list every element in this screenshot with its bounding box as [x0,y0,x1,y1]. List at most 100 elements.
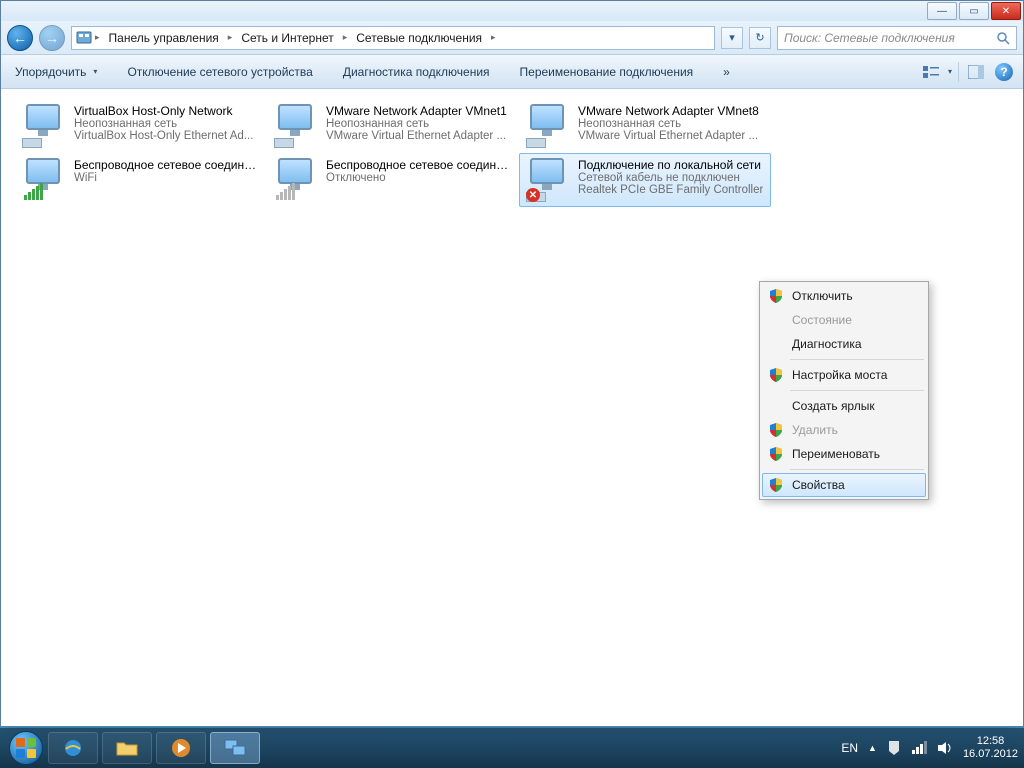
context-menu-label: Настройка моста [792,368,887,382]
chevron-right-icon: ▸ [490,32,497,43]
search-icon [996,31,1010,45]
minimize-button[interactable]: — [927,2,957,20]
menu-separator [790,359,924,360]
diagnose-button[interactable]: Диагностика подключения [337,62,496,82]
network-tray-icon[interactable] [911,741,927,755]
action-center-icon[interactable] [887,740,901,756]
context-menu-item[interactable]: Настройка моста [762,363,926,387]
context-menu-item[interactable]: Отключить [762,284,926,308]
taskbar-item-explorer[interactable] [102,732,152,764]
adapter-item[interactable]: VMware Network Adapter VMnet8Неопознанна… [519,99,771,153]
adapter-device: VMware Virtual Ethernet Adapter ... [578,130,759,142]
context-menu-label: Отключить [792,289,853,303]
context-menu-item: Состояние [762,308,926,332]
adapter-item[interactable]: VMware Network Adapter VMnet1Неопознанна… [267,99,519,153]
adapter-status: Неопознанная сеть [326,118,507,130]
adapter-status: Неопознанная сеть [578,118,759,130]
clock-time: 12:58 [963,735,1018,748]
adapter-device: Realtek PCIe GBE Family Controller [578,184,763,196]
refresh-button[interactable]: ↻ [749,27,771,49]
clock-date: 16.07.2012 [963,748,1018,761]
breadcrumb-item[interactable]: Панель управления [103,29,225,47]
forward-button[interactable]: → [39,25,65,51]
title-bar: — ▭ ✕ [1,1,1023,21]
uac-shield-icon [769,478,783,492]
context-menu-label: Создать ярлык [792,399,875,413]
adapter-icon [22,104,66,148]
adapter-icon [526,104,570,148]
adapter-device: VMware Virtual Ethernet Adapter ... [326,130,507,142]
organize-button[interactable]: Упорядочить [9,62,103,82]
disable-device-button[interactable]: Отключение сетевого устройства [121,62,318,82]
taskbar: EN ▲ 12:58 16.07.2012 [0,728,1024,768]
context-menu-item[interactable]: Создать ярлык [762,394,926,418]
folder-icon [116,739,138,757]
volume-icon[interactable] [937,741,953,755]
address-row: ← → ▸ Панель управления ▸ Сеть и Интерне… [1,21,1023,55]
adapter-device: VirtualBox Host-Only Ethernet Ad... [74,130,253,142]
context-menu-item[interactable]: Переименовать [762,442,926,466]
breadcrumb[interactable]: ▸ Панель управления ▸ Сеть и Интернет ▸ … [71,26,715,50]
adapter-item[interactable]: Беспроводное сетевое соединение 2Отключе… [267,153,519,207]
windows-logo-icon [9,731,43,765]
uac-shield-icon [769,368,783,382]
adapter-icon [274,158,318,202]
disconnected-badge-icon: ✕ [526,188,540,202]
toolbar-overflow-button[interactable]: » [717,62,736,82]
adapter-icon [22,158,66,202]
adapter-item[interactable]: VirtualBox Host-Only NetworkНеопознанная… [15,99,267,153]
view-options-button[interactable] [920,62,942,82]
rename-button[interactable]: Переименование подключения [514,62,700,82]
context-menu-item: Удалить [762,418,926,442]
breadcrumb-item[interactable]: Сеть и Интернет [235,29,339,47]
breadcrumb-item[interactable]: Сетевые подключения [350,29,488,47]
adapter-item[interactable]: Беспроводное сетевое соединениеWiFi [15,153,267,207]
context-menu: Отключить Состояние Диагностика Настройка м… [759,281,929,500]
start-button[interactable] [6,728,46,768]
context-menu-label: Переименовать [792,447,880,461]
adapter-name: VMware Network Adapter VMnet1 [326,104,507,118]
uac-shield-icon [769,423,783,437]
taskbar-item-media[interactable] [156,732,206,764]
context-menu-label: Удалить [792,423,838,437]
network-connections-icon [223,738,247,758]
adapter-status: Сетевой кабель не подключен [578,172,763,184]
content-area: VirtualBox Host-Only NetworkНеопознанная… [1,89,1023,726]
context-menu-item[interactable]: Свойства [762,473,926,497]
preview-pane-button[interactable] [965,62,987,82]
adapter-name: VMware Network Adapter VMnet8 [578,104,759,118]
adapter-name: VirtualBox Host-Only Network [74,104,253,118]
uac-shield-icon [769,447,783,461]
show-hidden-icon[interactable]: ▲ [868,743,877,753]
search-input[interactable]: Поиск: Сетевые подключения [777,26,1017,50]
help-button[interactable]: ? [993,62,1015,82]
adapter-name: Беспроводное сетевое соединение [74,158,260,172]
context-menu-item[interactable]: Диагностика [762,332,926,356]
adapter-icon: ✕ [526,158,570,202]
chevron-right-icon: ▸ [227,32,234,43]
adapter-status: Неопознанная сеть [74,118,253,130]
context-menu-label: Свойства [792,478,845,492]
context-menu-label: Состояние [792,313,852,327]
command-bar: Упорядочить Отключение сетевого устройст… [1,55,1023,89]
uac-shield-icon [769,289,783,303]
system-tray: EN ▲ 12:58 16.07.2012 [841,735,1018,760]
menu-separator [790,390,924,391]
clock[interactable]: 12:58 16.07.2012 [963,735,1018,760]
explorer-window: — ▭ ✕ ← → ▸ Панель управления ▸ Сеть и И… [0,0,1024,727]
adapter-status: Отключено [326,172,512,184]
address-dropdown-button[interactable]: ▾ [721,27,743,49]
back-button[interactable]: ← [7,25,33,51]
chevron-right-icon: ▸ [94,32,101,43]
search-placeholder: Поиск: Сетевые подключения [784,31,955,45]
internet-explorer-icon [62,737,84,759]
close-button[interactable]: ✕ [991,2,1021,20]
taskbar-item-network[interactable] [210,732,260,764]
media-player-icon [170,737,192,759]
adapter-item[interactable]: ✕Подключение по локальной сетиСетевой ка… [519,153,771,207]
taskbar-item-ie[interactable] [48,732,98,764]
menu-separator [790,469,924,470]
language-indicator[interactable]: EN [841,741,858,755]
maximize-button[interactable]: ▭ [959,2,989,20]
adapter-icon [274,104,318,148]
